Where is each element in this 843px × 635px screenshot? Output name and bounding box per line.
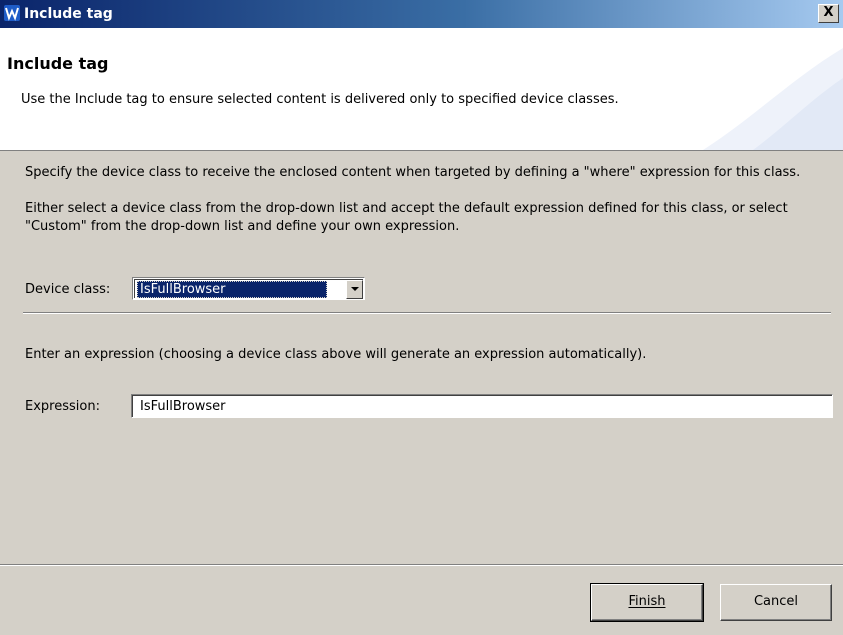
finish-button[interactable]: Finish [590,583,704,622]
device-class-label: Device class: [25,282,111,297]
header-title: Include tag [7,54,109,73]
cancel-button-label: Cancel [753,594,799,609]
instruction-text-2: Either select a device class from the dr… [25,201,788,234]
expression-input[interactable] [131,394,833,418]
close-button[interactable]: X [818,4,839,23]
close-icon: X [823,5,834,20]
device-class-dropdown[interactable]: IsFullBrowser [132,277,365,300]
expression-hint: Enter an expression (choosing a device c… [25,347,647,362]
expression-label: Expression: [25,399,100,414]
section-divider [23,312,831,314]
button-bar-divider [0,564,843,566]
device-class-selected-value: IsFullBrowser [137,281,327,298]
title-bar[interactable]: Include tag X [0,0,843,28]
header-description: Use the Include tag to ensure selected c… [21,92,619,107]
chevron-down-icon[interactable] [346,280,363,299]
header-panel: Include tag Use the Include tag to ensur… [0,28,843,151]
instruction-text-1: Specify the device class to receive the … [25,165,801,180]
dropdown-frame: IsFullBrowser [134,279,363,299]
header-decoration [703,48,843,150]
window-title: Include tag [24,6,113,22]
finish-button-label: Finish [628,594,666,609]
app-logo-icon [4,5,20,21]
cancel-button[interactable]: Cancel [720,584,832,621]
include-tag-dialog: Include tag X Include tag Use the Includ… [0,0,843,635]
